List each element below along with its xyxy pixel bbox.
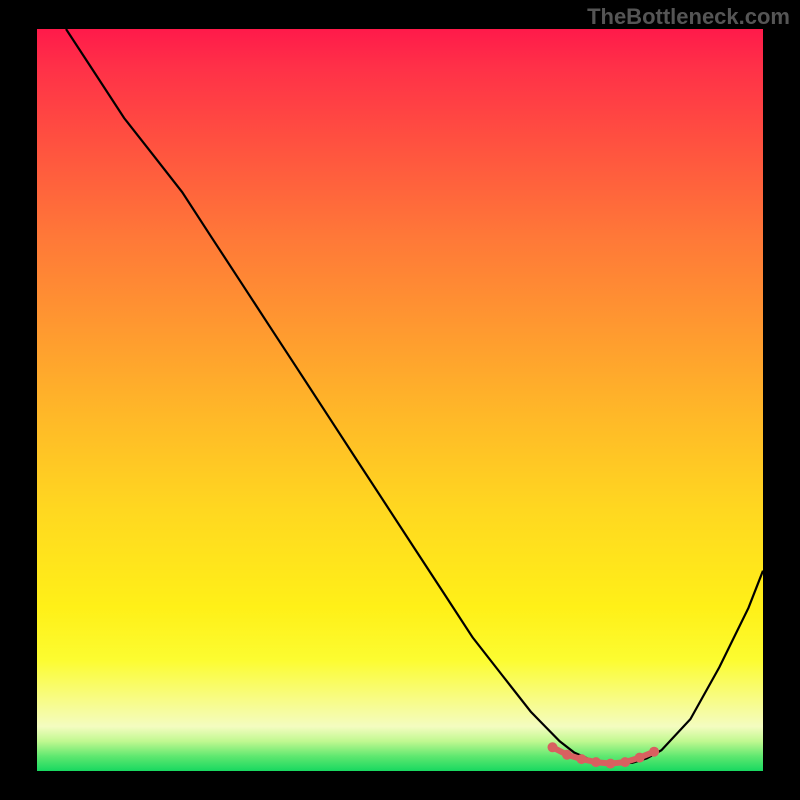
optimal-range-dot <box>606 759 616 769</box>
optimal-range-dot <box>635 753 645 763</box>
chart-plot-area <box>37 29 763 771</box>
bottleneck-curve-line <box>66 29 763 764</box>
optimal-range-highlight <box>548 742 660 768</box>
optimal-range-dot <box>620 757 630 767</box>
optimal-range-dot <box>577 754 587 764</box>
chart-svg <box>37 29 763 771</box>
watermark-text: TheBottleneck.com <box>587 4 790 30</box>
optimal-range-dot <box>562 750 572 760</box>
optimal-range-dot <box>548 742 558 752</box>
optimal-range-dot <box>591 757 601 767</box>
optimal-range-dot <box>649 747 659 757</box>
